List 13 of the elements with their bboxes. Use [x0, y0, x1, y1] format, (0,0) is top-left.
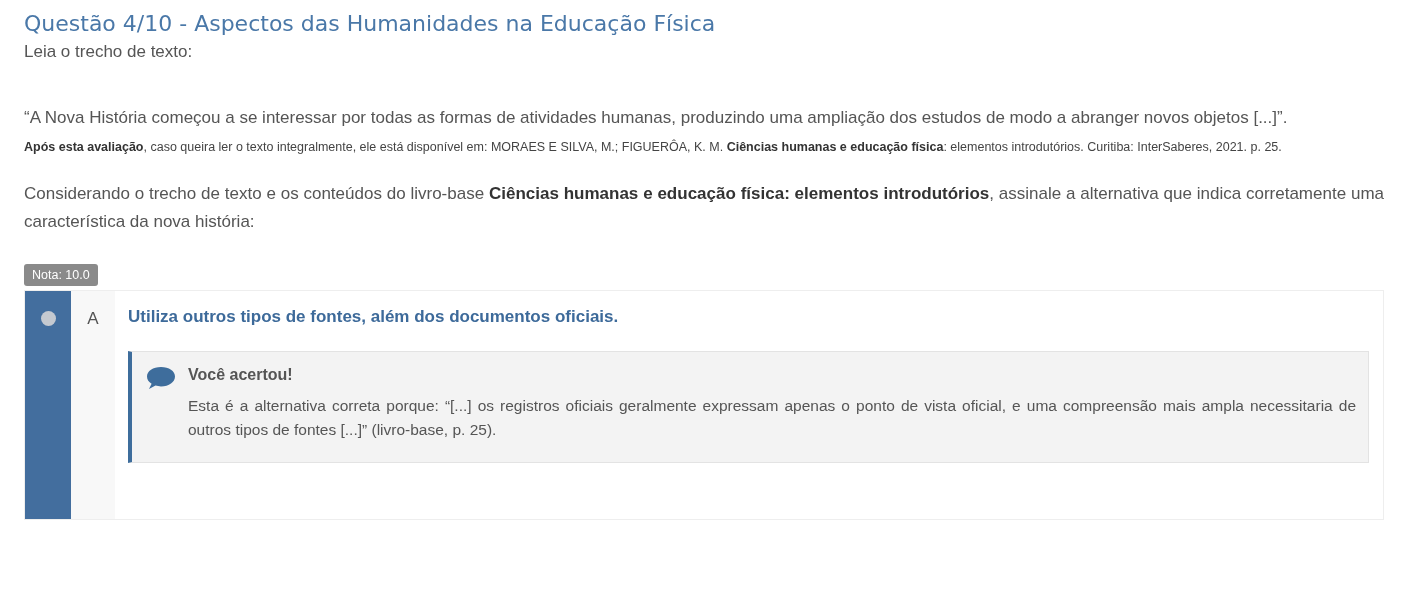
question-title: Questão 4/10 - Aspectos das Humanidades na Educação Física	[24, 10, 717, 38]
option-letter: A	[71, 291, 115, 519]
question-prompt: Considerando o trecho de texto e os conteúdos do livro-base Ciências humanas e educação física: elementos introdutórios, assinale a alternativa que indica corretamente uma característica da nova história:	[24, 183, 1384, 233]
feedback-title: Você acertou!	[188, 366, 294, 384]
option-text: Utiliza outros tipos de fontes, além dos documentos oficiais.	[128, 307, 620, 327]
feedback-text: Esta é a alternativa correta porque: “[...] os registros oficiais geralmente expressam apenas o ponto de vista oficial, e uma compreensão mais ampla necessitaria de outros tipos de fontes [...]” (livro-base, p. 25).	[188, 396, 1356, 440]
radio-indicator[interactable]	[40, 311, 56, 326]
speech-bubble-icon	[146, 366, 176, 390]
answer-option[interactable]	[24, 290, 1384, 520]
source-reference: Após esta avaliação, caso queira ler o texto integralmente, ele está disponível em: MORAES E SILVA, M.; FIGUERÔA, K. M. Ciências humanas e educação física: elementos introdutórios. Curitiba: InterSaberes, 2021. p. 25.	[24, 138, 1283, 156]
grade-badge: Nota: 10.0	[24, 264, 98, 286]
quote-paragraph: “A Nova História começou a se interessar por todas as formas de atividades humanas, produzindo uma ampliação dos estudos de modo a abranger novos objetos [...]”.	[24, 107, 1289, 129]
instruction-text: Leia o trecho de texto:	[24, 41, 194, 63]
